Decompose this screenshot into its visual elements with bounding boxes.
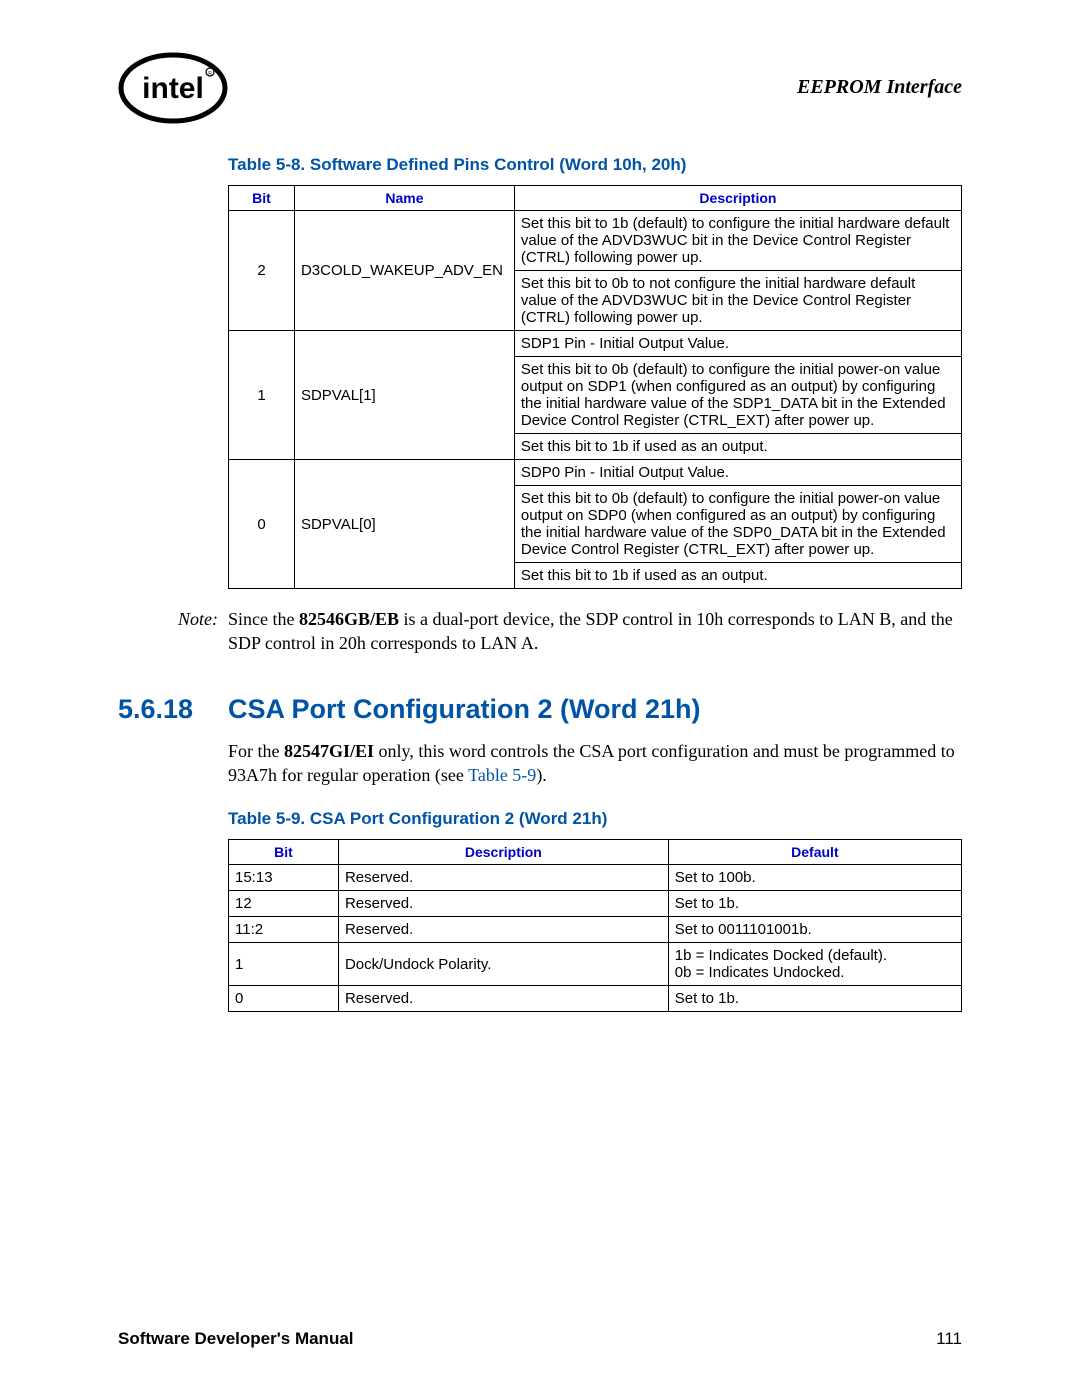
intel-logo: intel R: [118, 50, 228, 125]
section-title: CSA Port Configuration 2 (Word 21h): [228, 694, 701, 725]
cell-desc: SDP1 Pin - Initial Output Value. Set thi…: [514, 331, 961, 460]
table-row: 2 D3COLD_WAKEUP_ADV_EN Set this bit to 1…: [229, 211, 962, 331]
col-bit: Bit: [229, 186, 295, 211]
cell-bit: 0: [229, 460, 295, 589]
table-row: 12 Reserved. Set to 1b.: [229, 891, 962, 917]
svg-text:R: R: [208, 71, 212, 77]
col-description: Description: [514, 186, 961, 211]
note-text: Since the 82546GB/EB is a dual-port devi…: [228, 607, 962, 656]
cell-name: SDPVAL[1]: [294, 331, 514, 460]
table-row: 15:13 Reserved. Set to 100b.: [229, 865, 962, 891]
page-footer: Software Developer's Manual 111: [118, 1329, 962, 1349]
table-5-9: Bit Description Default 15:13 Reserved. …: [228, 839, 962, 1012]
cell-name: D3COLD_WAKEUP_ADV_EN: [294, 211, 514, 331]
table-row: 1 SDPVAL[1] SDP1 Pin - Initial Output Va…: [229, 331, 962, 460]
note-label: Note:: [162, 607, 218, 656]
col-name: Name: [294, 186, 514, 211]
body-paragraph: For the 82547GI/EI only, this word contr…: [228, 739, 962, 788]
note: Note: Since the 82546GB/EB is a dual-por…: [228, 607, 962, 656]
col-bit: Bit: [229, 840, 339, 865]
table-5-9-link[interactable]: Table 5-9: [468, 765, 536, 785]
cell-desc: Set this bit to 1b (default) to configur…: [514, 211, 961, 331]
table-row: 1 Dock/Undock Polarity. 1b = Indicates D…: [229, 943, 962, 986]
cell-name: SDPVAL[0]: [294, 460, 514, 589]
table-row: 0 Reserved. Set to 1b.: [229, 986, 962, 1012]
table-5-8: Bit Name Description 2 D3COLD_WAKEUP_ADV…: [228, 185, 962, 589]
table-5-9-caption: Table 5-9. CSA Port Configuration 2 (Wor…: [228, 809, 962, 829]
page-header: intel R EEPROM Interface: [118, 50, 962, 125]
col-description: Description: [338, 840, 668, 865]
page-number: 111: [936, 1329, 962, 1349]
cell-bit: 1: [229, 331, 295, 460]
section-heading: 5.6.18 CSA Port Configuration 2 (Word 21…: [118, 694, 962, 725]
footer-title: Software Developer's Manual: [118, 1329, 354, 1349]
table-5-8-caption: Table 5-8. Software Defined Pins Control…: [228, 155, 962, 175]
table-row: 11:2 Reserved. Set to 0011101001b.: [229, 917, 962, 943]
cell-bit: 2: [229, 211, 295, 331]
header-title: EEPROM Interface: [797, 76, 962, 99]
svg-text:intel: intel: [142, 72, 204, 105]
section-number: 5.6.18: [118, 694, 228, 725]
cell-desc: SDP0 Pin - Initial Output Value. Set thi…: [514, 460, 961, 589]
col-default: Default: [668, 840, 961, 865]
table-row: 0 SDPVAL[0] SDP0 Pin - Initial Output Va…: [229, 460, 962, 589]
